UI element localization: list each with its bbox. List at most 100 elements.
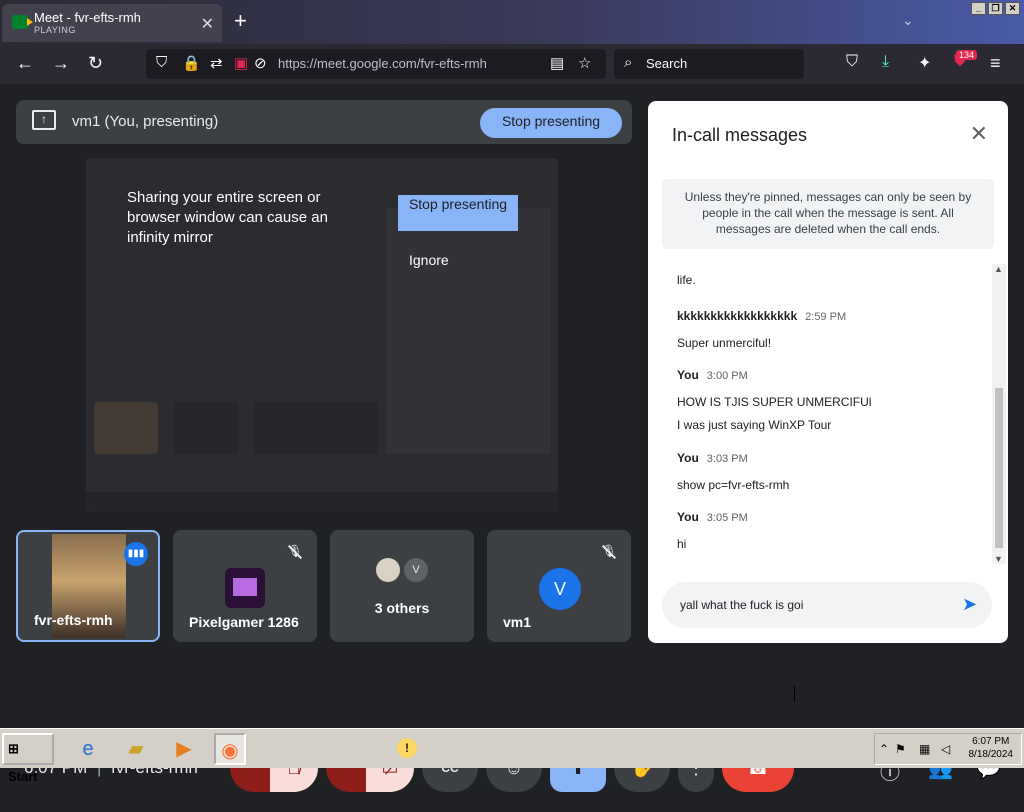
close-tab-icon[interactable]: ✕: [201, 14, 214, 34]
clock-date: 8/18/2024: [968, 749, 1014, 760]
pocket-icon[interactable]: ⛉: [846, 53, 858, 71]
system-clock[interactable]: 6:07 PM 8/18/2024: [969, 735, 1014, 761]
panel-title: In-call messages: [672, 125, 808, 145]
forward-arrow-icon[interactable]: →: [52, 53, 70, 74]
search-placeholder: Search: [646, 56, 688, 71]
meet-favicon-icon: [12, 15, 33, 29]
meet-stage: ↑ vm1 (You, presenting) Stop presenting …: [0, 84, 1024, 812]
autoplay-blocked-icon[interactable]: ⊘: [254, 54, 267, 72]
extensions-icon[interactable]: ✦: [918, 53, 931, 73]
restore-window-icon[interactable]: ❐: [988, 2, 1003, 15]
minimize-window-icon[interactable]: _: [971, 2, 986, 15]
message-sender: You: [677, 510, 699, 524]
browser-tab-bar: Meet - fvr-efts-rmh PLAYING ✕ + ⌄ _ ❐ ✕: [0, 0, 1024, 44]
internet-explorer-icon[interactable]: e: [72, 733, 104, 765]
scroll-down-icon[interactable]: ▼: [994, 554, 1003, 564]
chat-message: kkkkkkkkkkkkkkkkkk 2:59 PM Super unmercif…: [677, 307, 846, 350]
text-cursor-icon: [794, 686, 796, 702]
message-input[interactable]: yall what the fuck is goi ➤: [662, 582, 992, 628]
speaking-indicator-icon: ▮▮▮: [124, 542, 148, 566]
permissions-icon[interactable]: ⇄: [210, 54, 223, 72]
message-input-value[interactable]: yall what the fuck is goi: [680, 598, 803, 612]
avatar: V: [404, 558, 428, 582]
lock-icon[interactable]: 🔒: [182, 54, 201, 72]
avatar: [376, 558, 400, 582]
show-hidden-icons-icon[interactable]: ⌃: [879, 742, 889, 756]
downloads-icon[interactable]: ⤓: [882, 53, 889, 71]
back-arrow-icon[interactable]: ←: [16, 53, 34, 74]
address-bar[interactable]: ⛉ 🔒 ⇄ ▣ ⊘ https://meet.google.com/fvr-ef…: [146, 49, 606, 79]
participant-tile-vm1[interactable]: 🎙 V vm1: [487, 530, 631, 642]
send-icon[interactable]: ➤: [962, 594, 982, 614]
presenting-banner: ↑ vm1 (You, presenting) Stop presenting: [16, 100, 632, 144]
shield-icon[interactable]: ⛉: [156, 54, 167, 71]
stop-presenting-button[interactable]: Stop presenting: [480, 108, 622, 138]
avatar: V: [539, 568, 581, 610]
muted-mic-icon: 🎙: [601, 544, 617, 558]
participant-tile-others[interactable]: V 3 others: [330, 530, 474, 642]
menu-hamburger-icon[interactable]: ≡: [990, 53, 1001, 74]
os-taskbar: ⊞ Start e ▰ ▶ ◉ ⌃ ⚑ ▦ ◁ 6:07 PM 8/18/202…: [0, 728, 1024, 784]
message-text: Super unmerciful!: [677, 336, 772, 350]
pinned-notice: Unless they're pinned, messages can only…: [662, 179, 994, 249]
message-sender: You: [677, 451, 699, 465]
clock-time: 6:07 PM: [972, 736, 1010, 747]
others-count-label: 3 others: [374, 600, 430, 616]
participant-name: fvr-efts-rmh: [34, 612, 113, 628]
chat-message: life.: [677, 273, 696, 287]
infinity-mirror-warning: Sharing your entire screen or browser wi…: [127, 189, 328, 246]
message-time: 3:05 PM: [706, 512, 748, 524]
warning-stop-presenting-button[interactable]: Stop presenting: [398, 195, 518, 231]
bookmark-star-icon[interactable]: ☆: [578, 54, 591, 72]
presenting-label: vm1 (You, presenting): [72, 113, 219, 130]
action-center-flag-icon[interactable]: ⚑: [895, 742, 906, 756]
muted-mic-icon: 🎙: [287, 544, 303, 558]
file-explorer-icon[interactable]: ▰: [120, 733, 152, 765]
reload-icon[interactable]: ↻: [88, 53, 103, 74]
participant-tile-pixelgamer[interactable]: 🎙 Pixelgamer 1286: [173, 530, 317, 642]
message-time: 3:03 PM: [706, 453, 748, 465]
media-player-icon[interactable]: ▶: [168, 733, 200, 765]
extension-badge: 134: [956, 50, 978, 60]
url-text[interactable]: https://meet.google.com/fvr-efts-rmh: [278, 56, 487, 71]
volume-icon[interactable]: ◁: [941, 742, 950, 756]
tab-title: Meet - fvr-efts-rmh: [34, 10, 141, 25]
close-window-icon[interactable]: ✕: [1005, 2, 1020, 15]
message-text: HOW IS TJIS SUPER UNMERCIFUl: [677, 395, 872, 409]
avatar: [225, 568, 265, 608]
chat-message: You 3:05 PM hi: [677, 508, 748, 551]
scrollbar-thumb[interactable]: [995, 388, 1003, 548]
warning-ignore-button[interactable]: Ignore: [409, 252, 449, 268]
message-scrollbar[interactable]: ▲ ▼: [992, 264, 1006, 564]
message-text: show pc=fvr-efts-rmh: [677, 478, 790, 492]
browser-toolbar: ← → ↻ ⛉ 🔒 ⇄ ▣ ⊘ https://meet.google.com/…: [0, 44, 1024, 84]
message-list[interactable]: life. kkkkkkkkkkkkkkkkkk 2:59 PM Super un…: [648, 261, 992, 561]
reader-view-icon[interactable]: ▤: [550, 54, 564, 72]
participant-name: vm1: [503, 614, 532, 630]
system-tray: ⌃ ⚑ ▦ ◁ 6:07 PM 8/18/2024: [874, 733, 1022, 765]
participant-tile-fvr-efts-rmh[interactable]: ▮▮▮ fvr-efts-rmh: [16, 530, 160, 642]
camera-warning-icon: !: [397, 738, 417, 758]
in-call-messages-panel: In-call messages ✕ Unless they're pinned…: [648, 101, 1008, 643]
close-icon[interactable]: ✕: [970, 121, 988, 147]
search-box[interactable]: ⌕ Search: [614, 49, 804, 79]
start-button[interactable]: ⊞ Start: [2, 733, 54, 784]
chat-message: You 3:03 PM show pc=fvr-efts-rmh: [677, 449, 789, 492]
chat-message: You 3:00 PM HOW IS TJIS SUPER UNMERCIFUl …: [677, 366, 871, 432]
message-time: 2:59 PM: [805, 311, 847, 323]
network-icon[interactable]: ▦: [919, 742, 930, 756]
scroll-up-icon[interactable]: ▲: [994, 264, 1003, 274]
start-label: Start: [8, 769, 38, 784]
firefox-icon[interactable]: ◉: [214, 733, 246, 765]
message-sender: You: [677, 368, 699, 382]
tab-playing-status: PLAYING: [34, 25, 76, 35]
new-tab-icon[interactable]: +: [234, 8, 247, 34]
message-text: I was just saying WinXP Tour: [677, 418, 832, 432]
screen-sharing-indicator-icon[interactable]: ▣: [234, 54, 248, 72]
search-icon: ⌕: [624, 54, 633, 71]
message-time: 3:00 PM: [706, 370, 748, 382]
message-sender: kkkkkkkkkkkkkkkkkk: [677, 309, 798, 323]
list-all-tabs-icon[interactable]: ⌄: [902, 12, 914, 29]
browser-tab[interactable]: Meet - fvr-efts-rmh PLAYING ✕: [2, 4, 222, 42]
window-controls: _ ❐ ✕: [971, 2, 1020, 15]
